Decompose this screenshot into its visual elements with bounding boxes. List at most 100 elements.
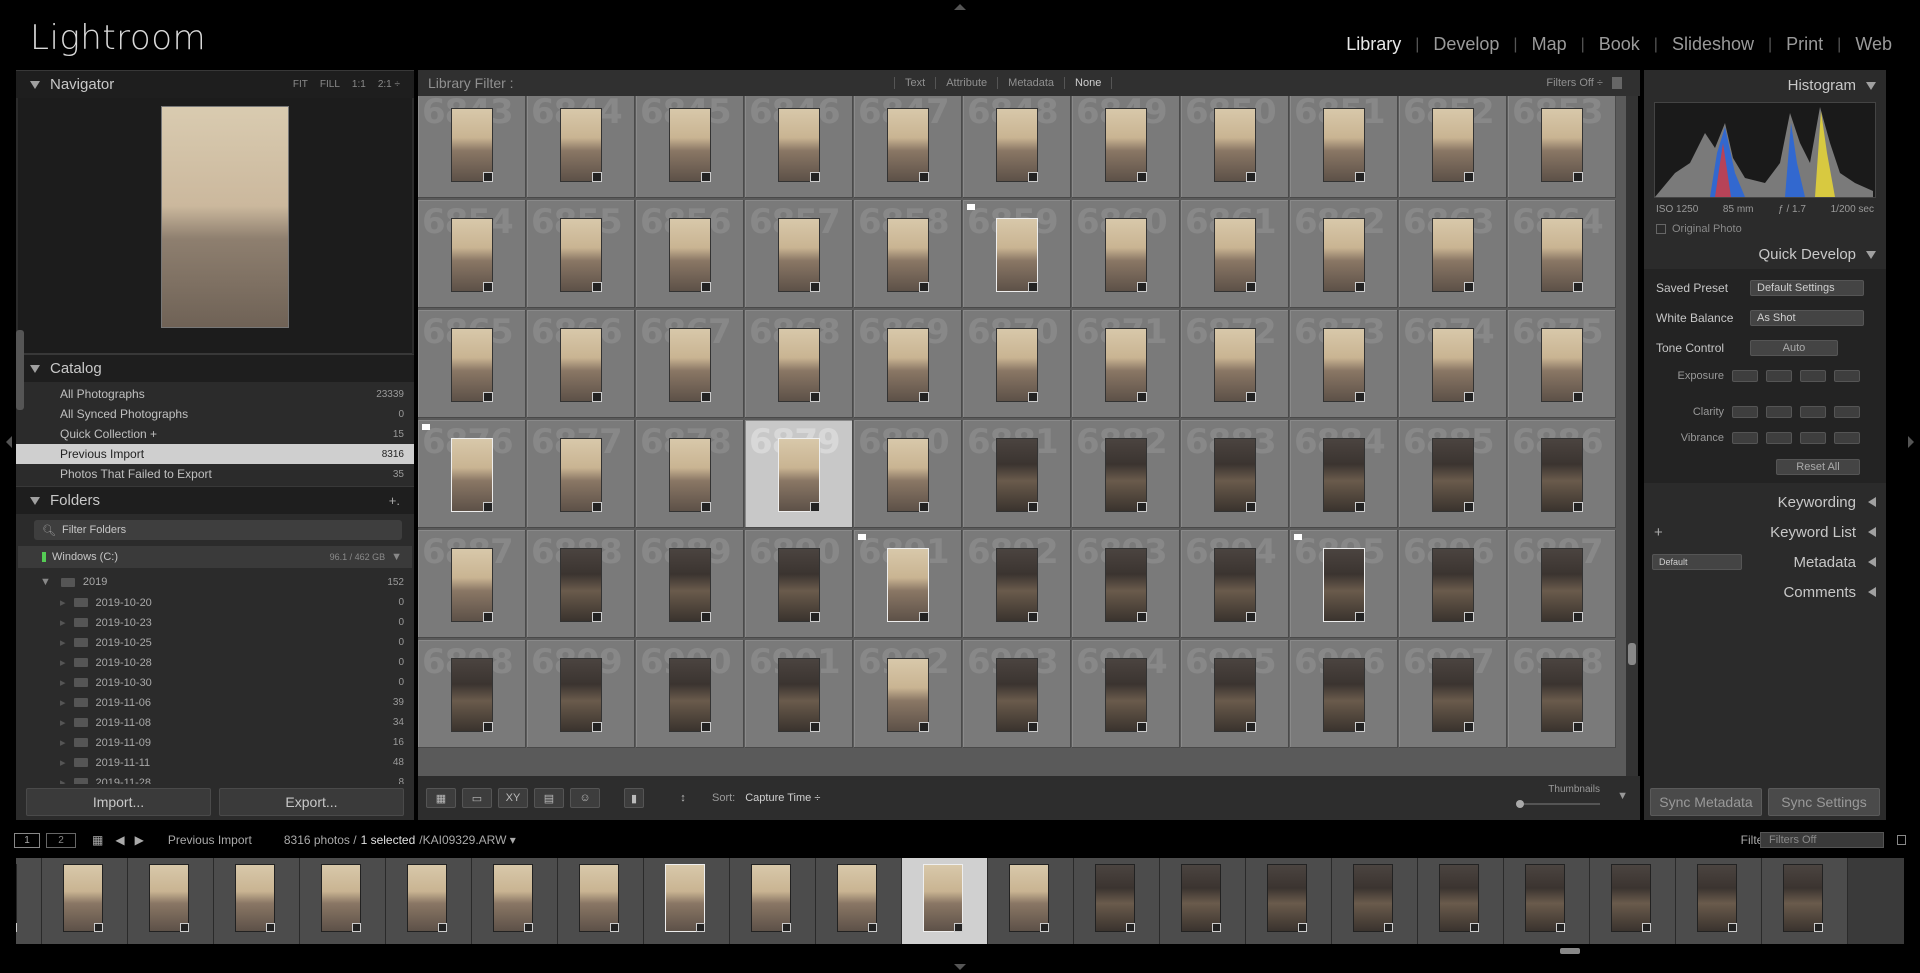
edit-badge-icon[interactable] [1573,502,1583,512]
collapse-top-icon[interactable] [954,4,966,10]
edit-badge-icon[interactable] [1246,612,1256,622]
catalog-item-all-photographs[interactable]: All Photographs 23339 [16,384,414,404]
folder-item[interactable]: ▸ 2019-10-20 0 [16,592,414,612]
zoom-2-1[interactable]: 2:1 ÷ [378,79,400,90]
increase-button[interactable] [1800,406,1826,418]
filmstrip-thumbnail[interactable] [1074,858,1160,944]
folder-item[interactable]: ▸ 2019-10-28 0 [16,652,414,672]
edit-badge-icon[interactable] [1573,172,1583,182]
edit-badge-icon[interactable] [483,282,493,292]
compare-view-icon[interactable]: XY [498,788,528,808]
increase-button[interactable] [1800,432,1826,444]
grid-cell[interactable]: 6874 [1399,310,1507,418]
photo-thumbnail[interactable] [1214,548,1256,622]
photo-thumbnail[interactable] [1323,108,1365,182]
survey-view-icon[interactable]: ▤ [534,788,564,808]
edit-badge-icon[interactable] [592,722,602,732]
photo-thumbnail[interactable] [1323,548,1365,622]
grid-cell[interactable]: 6898 [418,640,526,748]
photo-thumbnail[interactable] [1105,108,1147,182]
lock-icon[interactable] [1612,77,1622,90]
photo-thumbnail[interactable] [1432,548,1474,622]
back-arrow-icon[interactable]: ◀ [115,833,124,847]
edit-badge-icon[interactable] [1028,722,1038,732]
photo-thumbnail[interactable] [996,438,1038,512]
grid-cell[interactable]: 6868 [745,310,853,418]
photo-thumbnail[interactable] [1323,658,1365,732]
edit-badge-icon[interactable] [1028,502,1038,512]
folder-item[interactable]: ▸ 2019-11-09 16 [16,732,414,752]
photo-thumbnail[interactable] [1541,658,1583,732]
photo-thumbnail[interactable] [1541,218,1583,292]
photo-thumbnail[interactable] [996,658,1038,732]
grid-cell[interactable]: 6852 [1399,96,1507,198]
original-photo-toggle[interactable]: Original Photo [1644,219,1886,239]
edit-badge-icon[interactable] [810,282,820,292]
photo-thumbnail[interactable] [887,658,929,732]
saved-preset-select[interactable]: Default Settings [1750,280,1864,296]
photo-thumbnail[interactable] [1432,108,1474,182]
filmstrip-thumbnail[interactable] [644,858,730,944]
photo-thumbnail[interactable] [451,438,493,512]
photo-thumbnail[interactable] [778,548,820,622]
edit-badge-icon[interactable] [810,392,820,402]
photo-thumbnail[interactable] [669,548,711,622]
grid-cell[interactable]: 6888 [527,530,635,638]
photo-thumbnail[interactable] [996,328,1038,402]
volume-row[interactable]: Windows (C:) 96.1 / 462 GB ▼ [18,546,412,568]
decrease-button[interactable] [1766,406,1792,418]
edit-badge-icon[interactable] [919,502,929,512]
filmstrip-thumbnail[interactable] [1246,858,1332,944]
photo-thumbnail[interactable] [1105,218,1147,292]
spray-can-icon[interactable]: ▮ [624,788,644,808]
file-name[interactable]: /KAI09329.ARW ▾ [419,833,516,847]
filmstrip-thumbnail[interactable] [730,858,816,944]
flag-icon[interactable] [858,534,866,540]
photo-thumbnail[interactable] [1105,548,1147,622]
photo-thumbnail[interactable] [560,438,602,512]
edit-badge-icon[interactable] [1355,392,1365,402]
photo-thumbnail[interactable] [1541,328,1583,402]
grid-cell[interactable]: 6863 [1399,200,1507,308]
module-book[interactable]: Book [1585,34,1654,55]
photo-thumbnail[interactable] [1432,658,1474,732]
photo-thumbnail[interactable] [669,658,711,732]
grid-cell[interactable]: 6904 [1072,640,1180,748]
grid-cell[interactable]: 6861 [1181,200,1289,308]
module-map[interactable]: Map [1518,34,1581,55]
photo-thumbnail[interactable] [778,658,820,732]
edit-badge-icon[interactable] [1355,172,1365,182]
photo-thumbnail[interactable] [1214,438,1256,512]
grid-cell[interactable]: 6881 [963,420,1071,528]
edit-badge-icon[interactable] [483,722,493,732]
photo-thumbnail[interactable] [451,548,493,622]
grid-cell[interactable]: 6843 [418,96,526,198]
grid-cell[interactable]: 6871 [1072,310,1180,418]
edit-badge-icon[interactable] [1137,172,1147,182]
filmstrip-scrollbar[interactable] [1560,948,1580,954]
grid-cell[interactable]: 6855 [527,200,635,308]
secondary-window-button[interactable]: 2 [46,832,76,848]
edit-badge-icon[interactable] [1464,612,1474,622]
chevron-down-icon[interactable]: ▼ [391,551,402,563]
filmstrip-thumbnail[interactable] [16,858,42,944]
filmstrip-thumbnail[interactable] [1504,858,1590,944]
edit-badge-icon[interactable] [1246,502,1256,512]
edit-badge-icon[interactable] [1355,612,1365,622]
edit-badge-icon[interactable] [592,612,602,622]
filmstrip-thumbnail[interactable] [386,858,472,944]
grid-cell[interactable]: 6856 [636,200,744,308]
grid-cell[interactable]: 6873 [1290,310,1398,418]
histogram-header[interactable]: Histogram [1644,70,1886,100]
photo-thumbnail[interactable] [560,658,602,732]
grid-scrollbar-thumb[interactable] [1628,643,1636,665]
catalog-item-quick-collection[interactable]: Quick Collection + 15 [16,424,414,444]
edit-badge-icon[interactable] [1137,392,1147,402]
grid-cell[interactable]: 6899 [527,640,635,748]
grid-cell[interactable]: 6907 [1399,640,1507,748]
filter-tab-attribute[interactable]: Attribute [936,77,999,89]
edit-badge-icon[interactable] [1028,282,1038,292]
photo-thumbnail[interactable] [1214,218,1256,292]
photo-thumbnail[interactable] [451,658,493,732]
photo-thumbnail[interactable] [560,548,602,622]
